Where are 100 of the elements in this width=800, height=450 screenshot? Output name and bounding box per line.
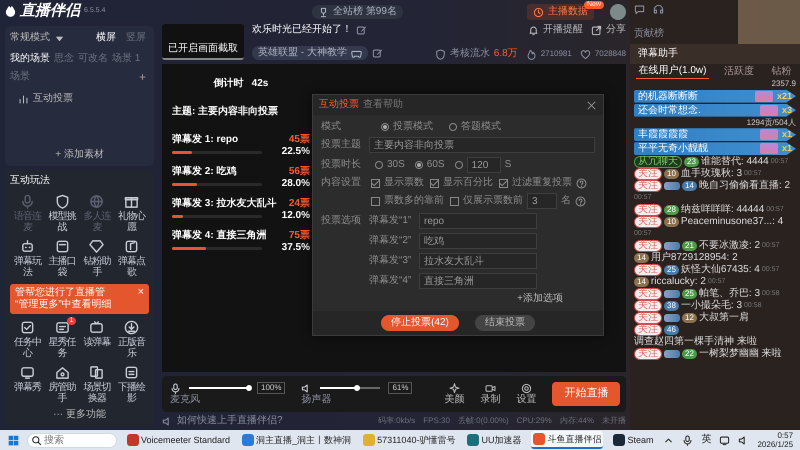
option-input[interactable]: repo [419,213,537,229]
taskbar-app[interactable]: UU加速器 [465,431,524,449]
stop-vote-button[interactable]: 停止投票(42) [381,315,459,331]
microphone-icon[interactable] [682,434,694,446]
dialog-tab[interactable]: 互动投票 [319,99,363,111]
follow-button[interactable]: 关注 [634,168,662,180]
radio-button[interactable] [375,161,383,169]
option-input[interactable]: 吃鸡 [419,233,537,249]
checkbox[interactable] [499,178,508,188]
user-tab[interactable]: 钻粉 [768,64,794,79]
option-input[interactable]: 直接三角洲 [419,273,537,289]
follow-button[interactable]: 关注 [634,264,662,276]
end-vote-button[interactable]: 结束投票 [474,315,535,331]
scene-tab[interactable]: 我的场景 [10,53,50,65]
add-material-button[interactable]: + 添加素材 [55,149,104,161]
taskbar-app[interactable]: Voicemeeter Standard [125,431,232,449]
follow-button[interactable]: 关注 [634,216,662,228]
settings-button[interactable]: 设置 [516,382,536,406]
feature-button[interactable]: 读弹幕 [80,317,114,362]
feature-button[interactable]: 钻粉助手 [80,236,114,281]
follow-button[interactable]: 关注 [634,204,662,216]
topic-input[interactable]: 主要内容非向投票 [369,137,595,153]
follow-button[interactable]: 关注 [634,300,662,312]
feature-button[interactable]: 模型挑战 [44,191,80,236]
popularity-count: 2710981 [526,48,572,60]
level-badge: 22 [682,349,697,360]
orientation-tab[interactable]: 横屏 [93,31,119,45]
taskbar-app[interactable]: 洞主直播_洞主丨数神洞 [240,431,354,449]
slider-thumb[interactable] [354,385,360,391]
checkbox[interactable] [371,178,380,188]
edit-icon[interactable] [372,48,383,58]
clock[interactable]: 0:57 2026/1/25 [757,431,794,449]
follow-button[interactable]: 关注 [634,348,662,360]
help-icon[interactable] [575,196,586,206]
scene-tab[interactable]: 场景 [10,71,30,84]
contribution-tab[interactable]: 贡献榜 [634,28,734,40]
beauty-button[interactable]: 美颜 [444,382,464,406]
monitor-icon[interactable] [719,434,730,446]
feature-button[interactable]: 弹幕玩法 [10,236,45,281]
help-icon[interactable] [576,178,587,188]
screen-capture-thumbnail[interactable]: 已开启画面截取 [162,24,244,60]
windows-start-icon[interactable] [8,434,19,446]
scene-tab[interactable]: 场景 1 [112,53,140,65]
edit-icon[interactable] [356,24,367,36]
reminder-button[interactable]: 开播提醒 [528,24,583,36]
feature-button[interactable]: 任务中心 [10,317,45,362]
checkbox[interactable] [430,178,439,188]
avatar[interactable] [610,4,626,20]
checkbox[interactable] [450,196,459,206]
follow-button[interactable]: 关注 [634,324,662,336]
scene-source-item[interactable]: 互动投票 [10,93,149,106]
input-method-indicator[interactable]: 英 [701,434,712,446]
user-tab[interactable]: 在线用户(1.0w) [636,64,710,79]
volume-slider[interactable] [320,385,380,391]
dialog-tab[interactable]: 查看帮助 [363,99,407,111]
scene-tab[interactable]: 可改名 [78,53,108,65]
add-scene-button[interactable]: + [136,69,149,86]
headset-icon[interactable] [653,4,664,15]
taskbar-app[interactable]: 57311040-驴懂雷号 [361,431,458,449]
radio-button[interactable] [454,161,463,169]
mode-dropdown[interactable]: 常规模式 [10,32,65,44]
orientation-tab[interactable]: 竖屏 [123,31,149,45]
chat-icon[interactable] [634,4,645,15]
volume-slider[interactable] [189,385,249,391]
follow-button[interactable]: 关注 [634,288,662,300]
follow-button[interactable]: 关注 [634,240,662,252]
follow-button[interactable]: 关注 [634,312,662,324]
close-button[interactable]: × [138,287,144,298]
more-features-button[interactable]: ··· 更多功能 [53,409,106,421]
radio-button[interactable] [449,123,457,131]
search-field[interactable]: 搜索 [27,432,117,448]
gift-sender: 丰霞霞霞霞 [638,129,689,140]
user-tab[interactable]: 活跃度 [720,64,757,79]
feature-button[interactable]: 房管助手 [44,362,80,407]
feature-button[interactable]: 场景切换器 [80,362,114,407]
feature-button[interactable]: 下播绘影 [114,362,149,407]
category-tag[interactable]: 英雄联盟 - 大神教学 [252,46,368,60]
radio-button[interactable] [414,161,423,169]
add-option-link[interactable]: +添加选项 [517,293,563,305]
microphone-icon[interactable] [170,382,181,394]
start-live-button[interactable]: 开始直播 [552,382,620,406]
taskbar-app[interactable]: 斗鱼直播伴侣 [531,431,604,449]
radio-button[interactable] [381,123,389,131]
feature-button[interactable]: 弹幕秀 [10,362,45,407]
help-link[interactable]: 如何快速上手直播伴侣? [162,415,283,427]
taskbar-app[interactable]: Steam [611,431,656,449]
duration-input[interactable]: 120 [466,157,501,173]
record-button[interactable]: 录制 [480,382,500,406]
option-input[interactable]: 拉水友大乱斗 [419,253,537,269]
feature-button[interactable]: 正版音乐 [114,317,149,362]
slider-thumb[interactable] [246,385,252,391]
count-input[interactable]: 3 [527,193,557,209]
feature-button[interactable]: 礼物心愿 [114,191,149,236]
follow-button[interactable]: 关注 [634,180,662,192]
checkbox[interactable] [371,196,380,206]
feature-button[interactable]: 主播口袋 [44,236,80,281]
share-button[interactable]: 分享 [591,24,626,36]
scene-tab[interactable]: 思念 [54,53,74,65]
close-icon[interactable] [586,100,597,110]
feature-button[interactable]: 弹幕点歌 [114,236,149,281]
